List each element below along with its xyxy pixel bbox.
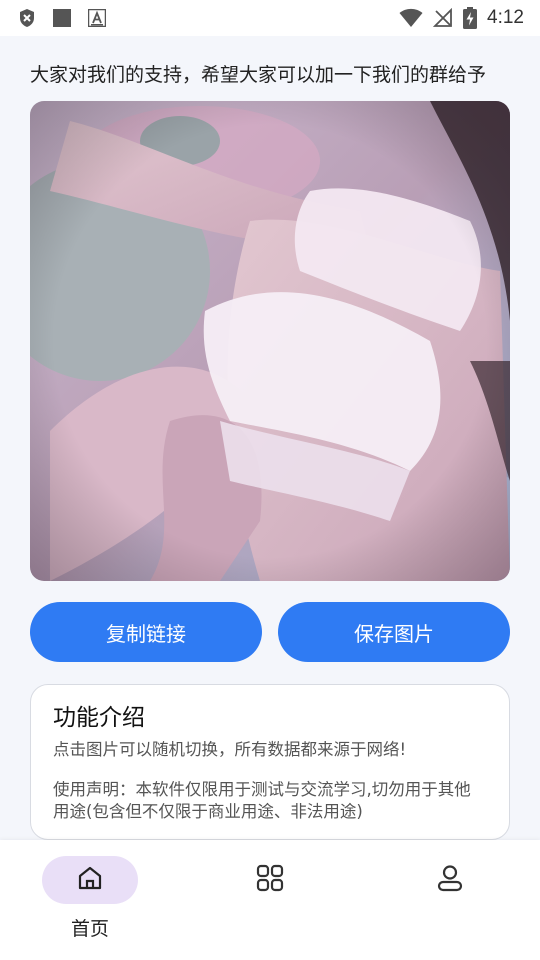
shield-x-icon (18, 8, 36, 28)
status-bar: 4:12 (0, 0, 540, 36)
home-icon (76, 864, 104, 896)
status-right: 4:12 (389, 7, 524, 29)
notice-marquee: 大家对我们的支持，希望大家可以加一下我们的群给予 (30, 60, 510, 90)
photo-illustration (30, 101, 510, 581)
no-signal-icon (433, 8, 453, 28)
notice-text: 大家对我们的支持，希望大家可以加一下我们的群给予 (30, 64, 487, 86)
font-a-icon (88, 9, 106, 27)
copy-link-button[interactable]: 复制链接 (30, 602, 262, 662)
info-card-disclaimer: 使用声明：本软件仅限用于测试与交流学习,切勿用于其他用途(包含但不仅限于商业用途… (53, 780, 471, 821)
person-icon (436, 864, 464, 896)
battery-charging-icon (463, 7, 478, 29)
status-left (18, 8, 122, 28)
bottom-navigation: 首页 (0, 840, 540, 960)
clock-time: 4:12 (487, 7, 524, 28)
nav-item-categories[interactable] (180, 856, 360, 946)
info-card-title: 功能介绍 (53, 705, 145, 731)
random-photo[interactable] (30, 101, 510, 581)
feature-info-card: 功能介绍 点击图片可以随机切换，所有数据都来源于网络! 使用声明：本软件仅限用于… (30, 684, 510, 840)
grid-icon (256, 864, 284, 896)
wifi-icon (399, 8, 423, 28)
info-card-description: 点击图片可以随机切换，所有数据都来源于网络! (53, 740, 407, 759)
square-icon (52, 8, 72, 28)
nav-item-home[interactable]: 首页 (0, 856, 180, 946)
nav-active-indicator (42, 856, 138, 904)
nav-label-home: 首页 (70, 918, 109, 940)
nav-item-profile[interactable] (360, 856, 540, 946)
save-image-button[interactable]: 保存图片 (278, 602, 510, 662)
